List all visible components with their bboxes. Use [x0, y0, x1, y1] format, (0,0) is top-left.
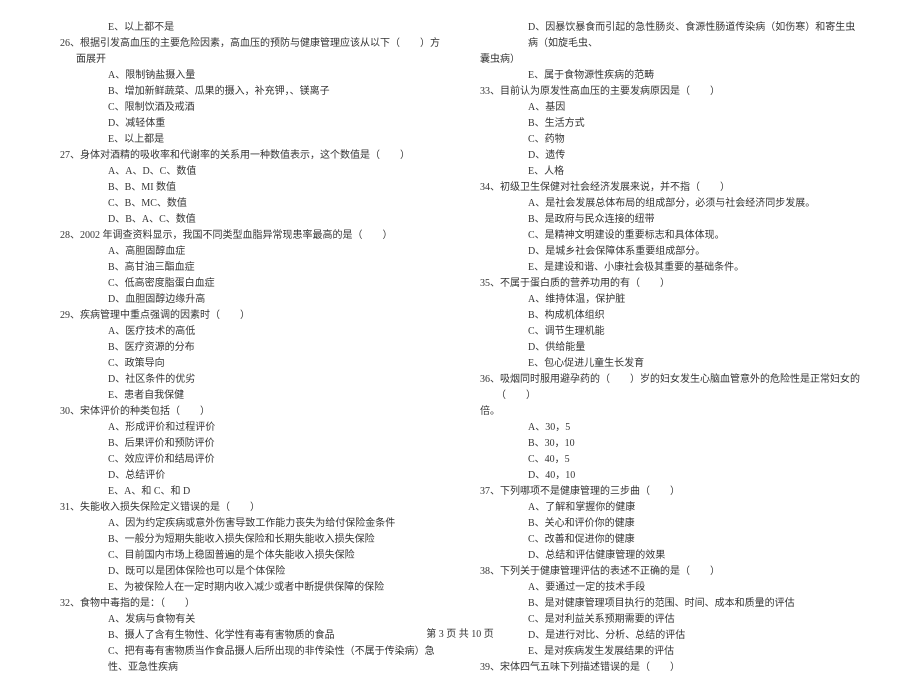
option-line: C、低高密度脂蛋白血症	[60, 276, 440, 292]
question-line: 38、下列关于健康管理评估的表述不正确的是（ ）	[480, 564, 860, 580]
option-line: E、是建设和谐、小康社会极其重要的基础条件。	[480, 260, 860, 276]
question-line: 31、失能收入损失保险定义错误的是（ ）	[60, 500, 440, 516]
option-line: A、要通过一定的技术手段	[480, 580, 860, 596]
option-line: C、效应评价和结局评价	[60, 452, 440, 468]
option-line: B、医疗资源的分布	[60, 340, 440, 356]
option-line: D、减轻体重	[60, 116, 440, 132]
question-line: 32、食物中毒指的是：（ ）	[60, 596, 440, 612]
option-line: D、40，10	[480, 468, 860, 484]
option-line: C、调节生理机能	[480, 324, 860, 340]
left-column: E、以上都不是26、根据引发高血压的主要危险因素，高血压的预防与健康管理应该从以…	[60, 20, 440, 600]
question-line: 39、宋体四气五味下列描述错误的是（ ）	[480, 660, 860, 676]
option-line: A、A、D、C、数值	[60, 164, 440, 180]
option-line: C、改善和促进你的健康	[480, 532, 860, 548]
question-line: 28、2002 年调查资料显示，我国不同类型血脂异常现患率最高的是（ ）	[60, 228, 440, 244]
option-line: A、因为约定疾病或意外伤害导致工作能力丧失为给付保险金条件	[60, 516, 440, 532]
option-line: C、B、MC、数值	[60, 196, 440, 212]
option-line: C、药物	[480, 132, 860, 148]
option-line: D、因暴饮暴食而引起的急性肠炎、食源性肠道传染病（如伤寒）和寄生虫病（如旋毛虫、	[480, 20, 860, 52]
option-line: D、血胆固醇边缘升高	[60, 292, 440, 308]
page-footer: 第 3 页 共 10 页	[0, 625, 920, 640]
question-line: 囊虫病）	[480, 52, 860, 68]
question-line: 36、吸烟同时服用避孕药的（ ）岁的妇女发生心脑血管意外的危险性是正常妇女的（ …	[480, 372, 860, 404]
option-line: E、患者自我保健	[60, 388, 440, 404]
option-line: B、是政府与民众连接的纽带	[480, 212, 860, 228]
option-line: E、人格	[480, 164, 860, 180]
option-line: E、属于食物源性疾病的范畴	[480, 68, 860, 84]
option-line: D、总结评价	[60, 468, 440, 484]
option-line: D、既可以是团体保险也可以是个体保险	[60, 564, 440, 580]
option-line: D、B、A、C、数值	[60, 212, 440, 228]
option-line: D、供给能量	[480, 340, 860, 356]
option-line: D、社区条件的优劣	[60, 372, 440, 388]
option-line: A、是社会发展总体布局的组成部分，必须与社会经济同步发展。	[480, 196, 860, 212]
question-line: 30、宋体评价的种类包括（ ）	[60, 404, 440, 420]
question-line: 倍。	[480, 404, 860, 420]
option-line: E、是对疾病发生发展结果的评估	[480, 644, 860, 660]
option-line: B、后果评价和预防评价	[60, 436, 440, 452]
question-line: 35、不属于蛋白质的营养功用的有（ ）	[480, 276, 860, 292]
option-line: B、增加新鲜蔬菜、瓜果的摄入，补充钾，、镁离子	[60, 84, 440, 100]
option-line: B、构成机体组织	[480, 308, 860, 324]
option-line: A、医疗技术的高低	[60, 324, 440, 340]
option-line: C、政策导向	[60, 356, 440, 372]
option-line: D、总结和评估健康管理的效果	[480, 548, 860, 564]
option-line: B、关心和评价你的健康	[480, 516, 860, 532]
option-line: D、是城乡社会保障体系重要组成部分。	[480, 244, 860, 260]
option-line: E、包心促进儿童生长发育	[480, 356, 860, 372]
right-column: D、因暴饮暴食而引起的急性肠炎、食源性肠道传染病（如伤寒）和寄生虫病（如旋毛虫、…	[480, 20, 860, 600]
question-line: 27、身体对酒精的吸收率和代谢率的关系用一种数值表示，这个数值是（ ）	[60, 148, 440, 164]
option-line: B、高甘油三酯血症	[60, 260, 440, 276]
option-line: A、限制钠盐摄入量	[60, 68, 440, 84]
option-line: C、40，5	[480, 452, 860, 468]
option-line: C、把有毒有害物质当作食品摄人后所出现的非传染性（不属于传染病）急性、亚急性疾病	[60, 644, 440, 676]
question-line: 33、目前认为原发性高血压的主要发病原因是（ ）	[480, 84, 860, 100]
option-line: E、以上都不是	[60, 20, 440, 36]
option-line: E、以上都是	[60, 132, 440, 148]
option-line: B、一般分为短期失能收入损失保险和长期失能收入损失保险	[60, 532, 440, 548]
option-line: C、是精神文明建设的重要标志和具体体现。	[480, 228, 860, 244]
option-line: E、A、和 C、和 D	[60, 484, 440, 500]
option-line: B、30，10	[480, 436, 860, 452]
option-line: A、了解和掌握你的健康	[480, 500, 860, 516]
option-line: B、B、MI 数值	[60, 180, 440, 196]
option-line: A、形成评价和过程评价	[60, 420, 440, 436]
option-line: B、是对健康管理项目执行的范围、时间、成本和质量的评估	[480, 596, 860, 612]
question-line: 34、初级卫生保健对社会经济发展来说，并不指（ ）	[480, 180, 860, 196]
option-line: D、遗传	[480, 148, 860, 164]
question-line: 26、根据引发高血压的主要危险因素，高血压的预防与健康管理应该从以下（ ）方面展…	[60, 36, 440, 68]
option-line: A、基因	[480, 100, 860, 116]
option-line: A、30，5	[480, 420, 860, 436]
option-line: C、限制饮酒及戒酒	[60, 100, 440, 116]
option-line: A、维持体温，保护脏	[480, 292, 860, 308]
content-columns: E、以上都不是26、根据引发高血压的主要危险因素，高血压的预防与健康管理应该从以…	[60, 20, 860, 600]
question-line: 37、下列哪项不是健康管理的三步曲（ ）	[480, 484, 860, 500]
option-line: B、生活方式	[480, 116, 860, 132]
option-line: C、目前国内市场上稳固普遍的是个体失能收入损失保险	[60, 548, 440, 564]
option-line: A、高胆固醇血症	[60, 244, 440, 260]
option-line: E、为被保险人在一定时期内收入减少或者中断提供保障的保险	[60, 580, 440, 596]
question-line: 29、疾病管理中重点强调的因素时（ ）	[60, 308, 440, 324]
